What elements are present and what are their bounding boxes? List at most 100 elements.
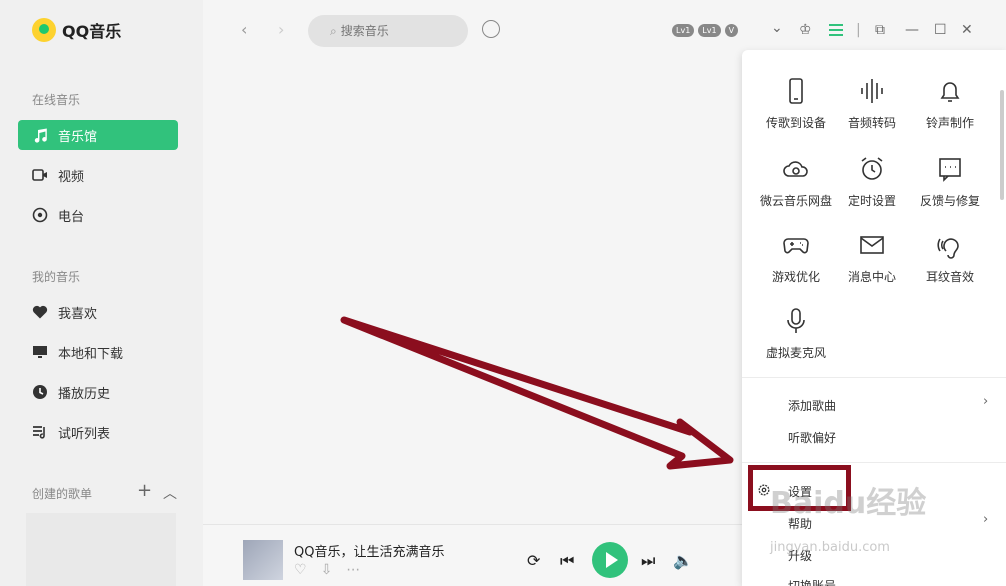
like-heart-icon[interactable]: ♡ bbox=[294, 562, 307, 578]
qq-music-logo-icon bbox=[32, 18, 56, 42]
divider bbox=[742, 377, 1006, 378]
radio-icon bbox=[32, 207, 48, 223]
grid-item-label: 微云音乐网盘 bbox=[759, 194, 832, 208]
sidebar-item-label: 播放历史 bbox=[58, 386, 111, 402]
sidebar-item-music-hall[interactable]: 音乐馆 bbox=[18, 120, 178, 150]
music-note-icon bbox=[32, 127, 48, 143]
search-input[interactable] bbox=[340, 24, 451, 38]
listen-identify-icon[interactable] bbox=[482, 20, 500, 38]
alarm-clock-icon bbox=[834, 152, 910, 186]
separator: | bbox=[856, 22, 861, 38]
search-bar[interactable]: ⌕ bbox=[308, 15, 468, 47]
popup-scrollbar[interactable] bbox=[1000, 90, 1004, 200]
sidebar: QQ音乐 在线音乐 音乐馆 视频 电台 我的音乐 我喜欢 本地和下载 播放历史 … bbox=[0, 0, 203, 586]
chevron-right-icon: › bbox=[983, 512, 989, 527]
app-logo[interactable]: QQ音乐 bbox=[32, 18, 121, 42]
sidebar-item-label: 试听列表 bbox=[58, 426, 111, 442]
menu-item-listen-preference[interactable]: 听歌偏好 bbox=[788, 429, 836, 446]
grid-item-label: 定时设置 bbox=[847, 194, 896, 208]
level-badge[interactable]: Lv1 bbox=[698, 24, 721, 37]
close-icon[interactable]: ✕ bbox=[961, 22, 973, 38]
section-title-mine: 我的音乐 bbox=[32, 270, 81, 284]
volume-icon[interactable]: 🔈 bbox=[673, 551, 693, 570]
grid-item-messages[interactable]: 消息中心 bbox=[834, 228, 910, 285]
mini-mode-icon[interactable]: ⧉ bbox=[875, 22, 885, 38]
user-badges: Lv1 Lv1 V bbox=[672, 24, 739, 37]
sidebar-item-label: 音乐馆 bbox=[58, 129, 98, 145]
sidebar-item-label: 本地和下载 bbox=[58, 346, 124, 362]
grid-item-transfer-device[interactable]: 传歌到设备 bbox=[758, 74, 834, 131]
forward-chevron-icon[interactable]: › bbox=[278, 20, 284, 39]
album-cover[interactable] bbox=[243, 540, 283, 580]
grid-item-ear-print[interactable]: 耳纹音效 bbox=[912, 228, 988, 285]
grid-item-virtual-mic[interactable]: 虚拟麦克风 bbox=[758, 304, 834, 361]
feedback-icon bbox=[912, 152, 988, 186]
chevron-down-icon[interactable]: ⌄ bbox=[771, 20, 783, 36]
song-title[interactable]: QQ音乐，让生活充满音乐 bbox=[294, 541, 444, 560]
section-title-online: 在线音乐 bbox=[32, 93, 81, 107]
menu-item-add-song[interactable]: 添加歌曲 bbox=[788, 397, 836, 414]
loop-mode-icon[interactable]: ⟳ bbox=[527, 551, 540, 570]
next-track-icon[interactable]: ⏭ bbox=[641, 551, 655, 571]
sidebar-item-label: 我喜欢 bbox=[58, 306, 98, 322]
back-chevron-icon[interactable]: ‹ bbox=[241, 20, 247, 39]
baidu-watermark: Baidu经验 bbox=[770, 486, 927, 521]
divider bbox=[742, 462, 1006, 463]
playlist-icon bbox=[32, 424, 48, 440]
heart-icon bbox=[32, 304, 48, 320]
grid-item-weiyun[interactable]: 微云音乐网盘 bbox=[758, 152, 834, 209]
phone-icon bbox=[758, 74, 834, 108]
grid-item-timer[interactable]: 定时设置 bbox=[834, 152, 910, 209]
download-icon[interactable]: ⇩ bbox=[321, 562, 333, 578]
grid-item-game-optimize[interactable]: 游戏优化 bbox=[758, 228, 834, 285]
sidebar-item-radio[interactable]: 电台 bbox=[18, 200, 178, 230]
waveform-icon bbox=[834, 74, 910, 108]
maximize-icon[interactable]: ☐ bbox=[934, 22, 947, 38]
main-menu-icon[interactable] bbox=[829, 24, 843, 39]
sidebar-item-local-download[interactable]: 本地和下载 bbox=[18, 337, 178, 367]
sidebar-item-label: 视频 bbox=[58, 169, 85, 185]
minimize-icon[interactable]: — bbox=[905, 22, 919, 38]
ear-icon bbox=[912, 228, 988, 262]
grid-item-feedback[interactable]: 反馈与修复 bbox=[912, 152, 988, 209]
sidebar-item-video[interactable]: 视频 bbox=[18, 160, 178, 190]
grid-item-label: 虚拟麦克风 bbox=[765, 346, 826, 360]
grid-item-label: 消息中心 bbox=[847, 270, 896, 284]
grid-item-ringtone[interactable]: 铃声制作 bbox=[912, 74, 988, 131]
cloud-icon bbox=[758, 152, 834, 186]
bell-icon bbox=[912, 74, 988, 108]
grid-item-label: 铃声制作 bbox=[925, 116, 974, 130]
skin-shirt-icon[interactable]: ♔ bbox=[799, 22, 812, 38]
sidebar-item-trial-list[interactable]: 试听列表 bbox=[18, 417, 178, 447]
section-title-created: 创建的歌单 bbox=[32, 487, 93, 501]
grid-item-label: 耳纹音效 bbox=[925, 270, 974, 284]
gamepad-icon bbox=[758, 228, 834, 262]
grid-item-label: 传歌到设备 bbox=[765, 116, 826, 130]
vip-badge[interactable]: V bbox=[724, 24, 739, 37]
annotation-arrow bbox=[340, 316, 734, 470]
play-button[interactable] bbox=[592, 542, 628, 578]
grid-item-label: 游戏优化 bbox=[771, 270, 820, 284]
previous-track-icon[interactable]: ⏮ bbox=[560, 551, 574, 571]
monitor-icon bbox=[32, 344, 48, 360]
add-playlist-icon[interactable]: + bbox=[137, 480, 152, 501]
sidebar-item-history[interactable]: 播放历史 bbox=[18, 377, 178, 407]
sidebar-item-favorites[interactable]: 我喜欢 bbox=[18, 297, 178, 327]
grid-item-label: 音频转码 bbox=[847, 116, 896, 130]
song-actions: ♡ ⇩ ⋯ bbox=[294, 562, 360, 578]
level-badge[interactable]: Lv1 bbox=[672, 24, 695, 37]
more-icon[interactable]: ⋯ bbox=[346, 562, 360, 578]
sidebar-item-label: 电台 bbox=[58, 209, 85, 225]
created-playlist-area bbox=[26, 513, 176, 586]
grid-item-audio-transcode[interactable]: 音频转码 bbox=[834, 74, 910, 131]
mail-icon bbox=[834, 228, 910, 262]
menu-item-switch-account[interactable]: 切换账号 bbox=[788, 577, 836, 586]
collapse-chevron-icon[interactable]: ︿ bbox=[163, 483, 177, 503]
video-icon bbox=[32, 167, 48, 183]
baidu-watermark-url: jingyan.baidu.com bbox=[770, 540, 890, 555]
search-icon: ⌕ bbox=[330, 23, 337, 38]
history-icon bbox=[32, 384, 48, 400]
microphone-icon bbox=[758, 304, 834, 338]
chevron-right-icon: › bbox=[983, 394, 989, 409]
app-logo-text: QQ音乐 bbox=[62, 22, 122, 41]
